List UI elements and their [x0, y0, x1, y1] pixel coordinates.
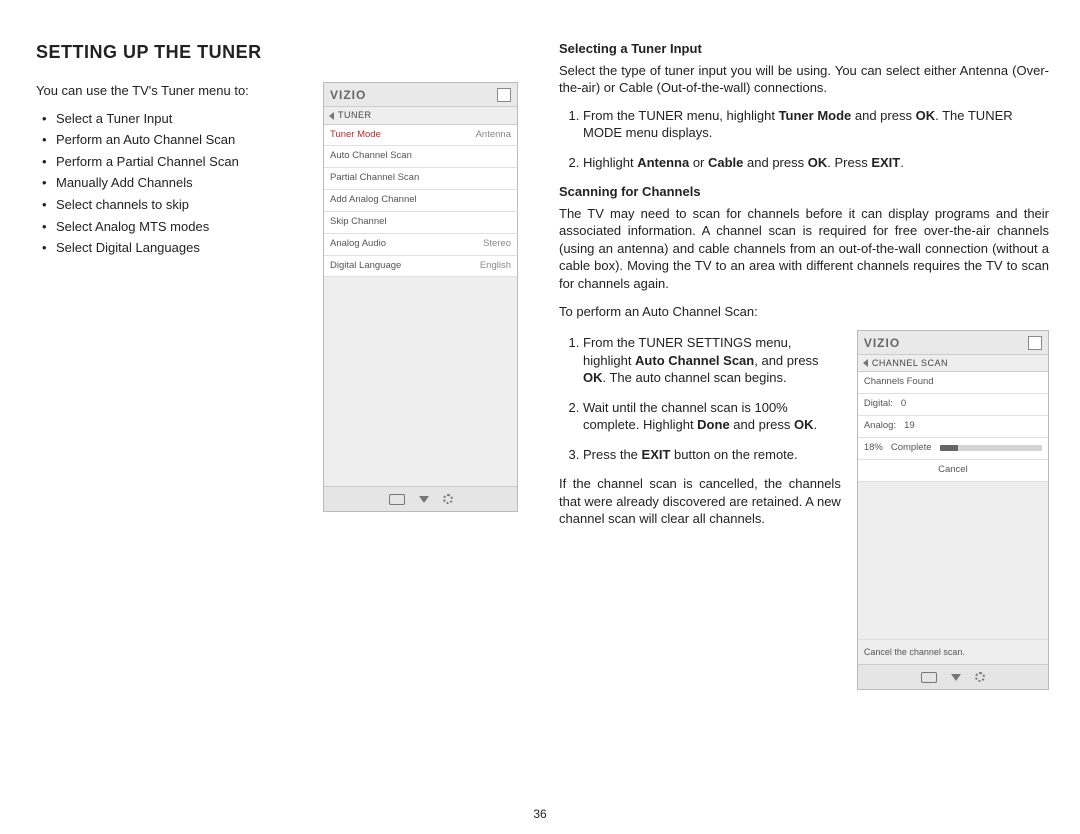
menu-row: Skip Channel: [324, 212, 517, 234]
select-input-steps: From the TUNER menu, highlight Tuner Mod…: [559, 107, 1049, 172]
scanning-lead: To perform an Auto Channel Scan:: [559, 303, 1049, 321]
step: Highlight Antenna or Cable and press OK.…: [583, 154, 1049, 172]
page-number: 36: [0, 806, 1080, 822]
digital-row: Digital: 0: [858, 394, 1048, 416]
gear-icon: [975, 672, 985, 682]
step: Press the EXIT button on the remote.: [583, 446, 841, 464]
list-item: Perform an Auto Channel Scan: [36, 131, 311, 149]
progress-row: 18% Complete: [858, 438, 1048, 460]
scanning-steps: From the TUNER SETTINGS menu, highlight …: [559, 334, 841, 463]
intro-text: You can use the TV's Tuner menu to:: [36, 82, 311, 100]
list-item: Select channels to skip: [36, 196, 311, 214]
menu-row: Digital Language English: [324, 256, 517, 278]
cc-icon: [921, 672, 937, 683]
vizio-logo: VIZIO: [864, 335, 900, 351]
menu-row: Analog Audio Stereo: [324, 234, 517, 256]
list-item: Select Analog MTS modes: [36, 218, 311, 236]
menu-row: Auto Channel Scan: [324, 146, 517, 168]
cc-icon: [389, 494, 405, 505]
menu-row: Add Analog Channel: [324, 190, 517, 212]
analog-row: Analog: 19: [858, 416, 1048, 438]
home-icon: [1028, 336, 1042, 350]
step: Wait until the channel scan is 100% comp…: [583, 399, 841, 434]
list-item: Perform a Partial Channel Scan: [36, 153, 311, 171]
step: From the TUNER menu, highlight Tuner Mod…: [583, 107, 1049, 142]
select-input-para: Select the type of tuner input you will …: [559, 62, 1049, 97]
gear-icon: [443, 494, 453, 504]
home-icon: [497, 88, 511, 102]
v-icon: [419, 496, 429, 503]
channel-scan-screenshot: VIZIO CHANNEL SCAN Channels Found Digita…: [857, 330, 1049, 690]
list-item: Select a Tuner Input: [36, 110, 311, 128]
subheading-select-input: Selecting a Tuner Input: [559, 40, 1049, 58]
back-icon: [863, 359, 868, 367]
section-heading: SETTING UP THE TUNER: [36, 40, 523, 64]
scanning-tail: If the channel scan is cancelled, the ch…: [559, 475, 841, 528]
menu-row-tuner-mode: Tuner Mode Antenna: [324, 125, 517, 147]
feature-list: Select a Tuner Input Perform an Auto Cha…: [36, 110, 311, 257]
v-icon: [951, 674, 961, 681]
vizio-logo: VIZIO: [330, 87, 366, 103]
cancel-row: Cancel: [858, 460, 1048, 482]
step: From the TUNER SETTINGS menu, highlight …: [583, 334, 841, 387]
menu-title: TUNER: [338, 109, 372, 121]
back-icon: [329, 112, 334, 120]
menu-title: CHANNEL SCAN: [872, 357, 948, 369]
hint-text: Cancel the channel scan.: [858, 639, 1048, 664]
menu-row: Partial Channel Scan: [324, 168, 517, 190]
subheading-scanning: Scanning for Channels: [559, 183, 1049, 201]
tuner-menu-screenshot: VIZIO TUNER Tuner Mode Antenna Auto C: [323, 82, 518, 512]
list-item: Manually Add Channels: [36, 174, 311, 192]
list-item: Select Digital Languages: [36, 239, 311, 257]
channels-found-row: Channels Found: [858, 372, 1048, 394]
scanning-para: The TV may need to scan for channels bef…: [559, 205, 1049, 293]
progress-bar: [940, 445, 1042, 451]
